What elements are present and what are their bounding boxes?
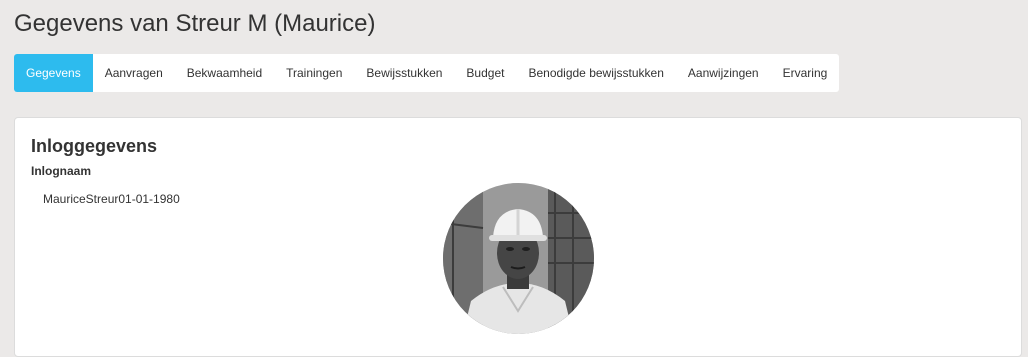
tab-aanwijzingen[interactable]: Aanwijzingen xyxy=(676,54,771,92)
tab-budget[interactable]: Budget xyxy=(454,54,516,92)
login-details-panel: Inloggegevens Inlognaam MauriceStreur01-… xyxy=(14,117,1022,357)
section-title: Inloggegevens xyxy=(31,136,158,156)
username-value: MauriceStreur01-01-1980 xyxy=(43,192,180,206)
tab-bekwaamheid[interactable]: Bekwaamheid xyxy=(175,54,274,92)
tab-bewijsstukken[interactable]: Bewijsstukken xyxy=(354,54,454,92)
username-label: Inlognaam xyxy=(31,164,92,178)
tab-gegevens[interactable]: Gegevens xyxy=(14,54,93,92)
tab-bar: Gegevens Aanvragen Bekwaamheid Traininge… xyxy=(14,54,839,92)
tab-benodigde-bewijsstukken[interactable]: Benodigde bewijsstukken xyxy=(516,54,675,92)
avatar-photo xyxy=(443,183,594,334)
tab-ervaring[interactable]: Ervaring xyxy=(771,54,840,92)
page-title: Gegevens van Streur M (Maurice) xyxy=(14,10,376,37)
tab-trainingen[interactable]: Trainingen xyxy=(274,54,354,92)
avatar xyxy=(443,183,594,334)
tab-aanvragen[interactable]: Aanvragen xyxy=(93,54,175,92)
